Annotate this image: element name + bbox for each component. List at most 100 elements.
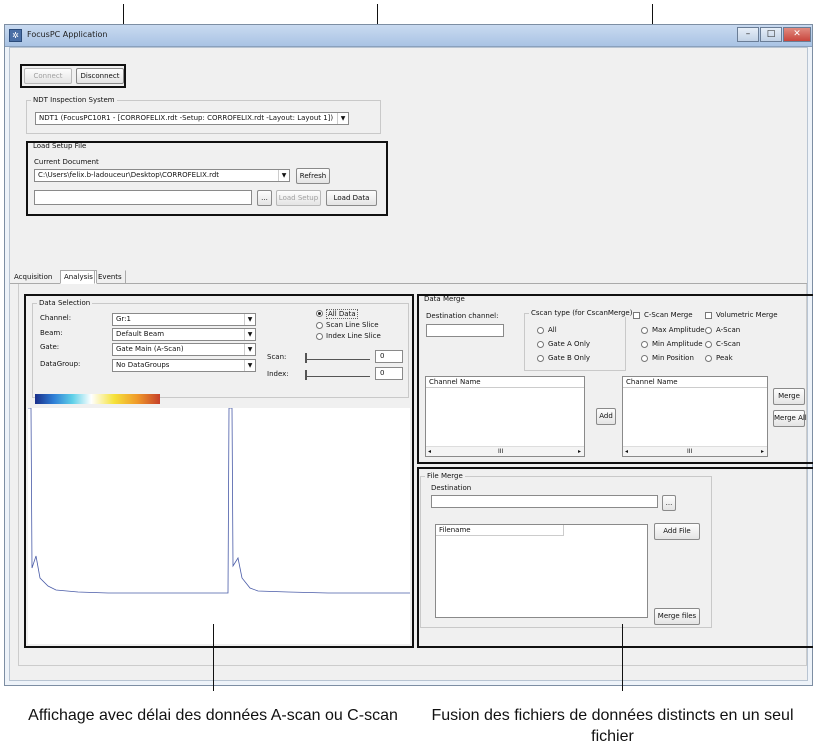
scroll-right-icon[interactable]: ▸: [578, 448, 581, 455]
add-channel-button[interactable]: Add: [596, 408, 616, 425]
load-data-button[interactable]: Load Data: [326, 190, 377, 206]
gate-label: Gate:: [40, 343, 60, 351]
chevron-down-icon: ▼: [337, 113, 348, 124]
radio-min-position[interactable]: [641, 355, 648, 362]
chevron-down-icon: ▼: [244, 329, 255, 340]
ascan-display[interactable]: [28, 408, 410, 644]
data-selection-label: Data Selection: [37, 299, 93, 307]
tab-events[interactable]: Events: [94, 270, 126, 284]
radio-ascan[interactable]: [705, 327, 712, 334]
load-setup-button[interactable]: Load Setup: [276, 190, 321, 206]
min-amplitude-label: Min Amplitude: [652, 340, 703, 348]
radio-all[interactable]: [537, 327, 544, 334]
radio-scan-line[interactable]: [316, 322, 323, 329]
radio-min-amplitude[interactable]: [641, 341, 648, 348]
source-list-scrollbar[interactable]: ◂ III ▸: [426, 446, 584, 456]
scan-slider[interactable]: [305, 353, 370, 363]
application-window: ✲ FocusPC Application – □ ✕ Connect Disc…: [4, 24, 813, 686]
app-icon: ✲: [9, 29, 22, 42]
cscan-type-label: Cscan type (for CscanMerge): [529, 309, 635, 317]
channel-select[interactable]: Gr:1 ▼: [112, 313, 256, 326]
scan-value: 0: [380, 352, 385, 360]
index-slider[interactable]: [305, 370, 370, 380]
callout-filemerge-caption: Fusion des fichiers de données distincts…: [431, 707, 794, 745]
add-file-button[interactable]: Add File: [654, 523, 700, 540]
current-document-value: C:\Users\felix.b-ladouceur\Desktop\CORRO…: [38, 171, 220, 179]
radio-index-line[interactable]: [316, 333, 323, 340]
scroll-grip: III: [498, 448, 504, 455]
radio-all-data[interactable]: [316, 310, 323, 317]
ndt-system-value: NDT1 (FocusPC10R1 - [CORROFELIX.rdt -Set…: [39, 114, 334, 122]
merge-button[interactable]: Merge: [773, 388, 805, 405]
min-position-label: Min Position: [652, 354, 694, 362]
radio-peak[interactable]: [705, 355, 712, 362]
disconnect-button[interactable]: Disconnect: [76, 68, 124, 84]
index-slider-knob[interactable]: [305, 370, 307, 380]
connect-button[interactable]: Connect: [24, 68, 72, 84]
cscan-label: C-Scan: [716, 340, 741, 348]
browse-button[interactable]: ...: [257, 190, 272, 206]
current-document-select[interactable]: C:\Users\felix.b-ladouceur\Desktop\CORRO…: [34, 169, 290, 182]
peak-label: Peak: [716, 354, 733, 362]
volumetric-merge-checkbox[interactable]: [705, 312, 712, 319]
source-channel-list[interactable]: Channel Name ◂ III ▸: [425, 376, 585, 457]
radio-gate-a-label: Gate A Only: [548, 340, 591, 348]
radio-all-label: All: [548, 326, 557, 334]
datagroup-value: No DataGroups: [116, 361, 170, 369]
filename-header: Filename: [436, 525, 564, 536]
source-channel-header: Channel Name: [426, 377, 584, 388]
target-list-scrollbar[interactable]: ◂ III ▸: [623, 446, 767, 456]
destination-browse-button[interactable]: ...: [662, 495, 676, 511]
file-merge-label: File Merge: [425, 472, 465, 480]
destination-channel-label: Destination channel:: [426, 312, 499, 320]
radio-cscan[interactable]: [705, 341, 712, 348]
volumetric-merge-label: Volumetric Merge: [716, 311, 778, 319]
channel-value: Gr:1: [116, 315, 131, 323]
channel-label: Channel:: [40, 314, 72, 322]
refresh-button[interactable]: Refresh: [296, 168, 330, 184]
gate-select[interactable]: Gate Main (A-Scan) ▼: [112, 343, 256, 356]
scan-slider-knob[interactable]: [305, 353, 307, 363]
scroll-left-icon[interactable]: ◂: [625, 448, 628, 455]
color-palette-bar: [35, 394, 160, 404]
merge-files-button[interactable]: Merge files: [654, 608, 700, 625]
target-channel-header: Channel Name: [623, 377, 767, 388]
target-channel-list[interactable]: Channel Name ◂ III ▸: [622, 376, 768, 457]
datagroup-label: DataGroup:: [40, 360, 81, 368]
destination-path-input[interactable]: [431, 495, 658, 508]
scroll-right-icon[interactable]: ▸: [761, 448, 764, 455]
chevron-down-icon: ▼: [278, 170, 289, 181]
datagroup-select[interactable]: No DataGroups ▼: [112, 359, 256, 372]
minimize-button[interactable]: –: [737, 27, 759, 42]
callout-line-filemerge: [622, 624, 623, 691]
radio-max-amplitude[interactable]: [641, 327, 648, 334]
merge-all-button[interactable]: Merge All: [773, 410, 807, 427]
scan-value-input[interactable]: 0: [375, 350, 403, 363]
ndt-system-select[interactable]: NDT1 (FocusPC10R1 - [CORROFELIX.rdt -Set…: [35, 112, 349, 125]
tab-acquisition[interactable]: Acquisition: [10, 270, 56, 284]
index-label: Index:: [267, 370, 289, 378]
radio-all-data-label: All Data: [326, 309, 358, 319]
close-button[interactable]: ✕: [783, 27, 811, 42]
scroll-grip: III: [687, 448, 693, 455]
tab-analysis[interactable]: Analysis: [60, 270, 97, 284]
beam-select[interactable]: Default Beam ▼: [112, 328, 256, 341]
cscan-merge-checkbox[interactable]: [633, 312, 640, 319]
maximize-button[interactable]: □: [760, 27, 782, 42]
file-list[interactable]: Filename: [435, 524, 648, 618]
destination-channel-input[interactable]: [426, 324, 504, 337]
chevron-down-icon: ▼: [244, 344, 255, 355]
radio-gate-b[interactable]: [537, 355, 544, 362]
chevron-down-icon: ▼: [244, 360, 255, 371]
title-bar: ✲ FocusPC Application – □ ✕: [5, 25, 812, 47]
callout-display-caption: Affichage avec délai des données A-scan …: [28, 707, 398, 724]
setup-path-input[interactable]: [34, 190, 252, 205]
scroll-left-icon[interactable]: ◂: [428, 448, 431, 455]
current-document-label: Current Document: [34, 158, 99, 166]
radio-index-line-label: Index Line Slice: [326, 332, 381, 340]
ndt-group-label: NDT Inspection System: [31, 96, 117, 104]
callout-line-display: [213, 624, 214, 691]
radio-gate-a[interactable]: [537, 341, 544, 348]
index-value-input[interactable]: 0: [375, 367, 403, 380]
client-area: Connect Disconnect NDT Inspection System…: [9, 47, 813, 681]
